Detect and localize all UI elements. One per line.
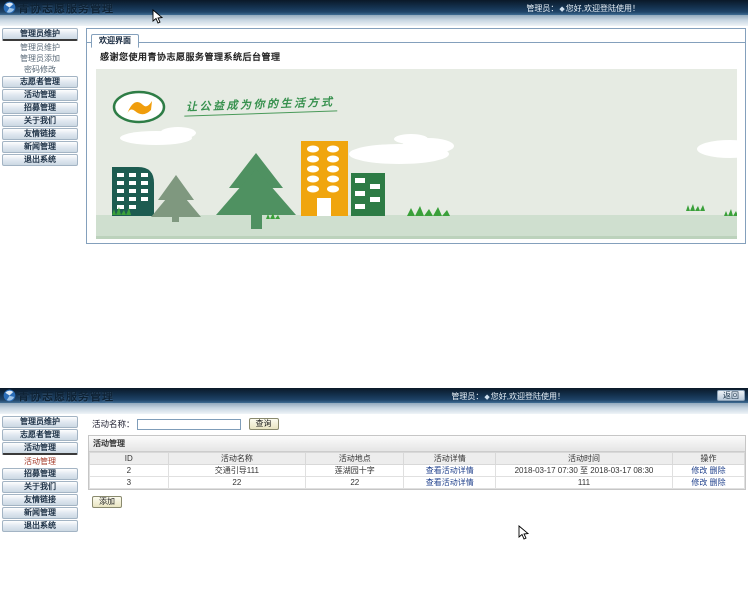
sidebar-item-volunteers[interactable]: 志愿者管理 bbox=[2, 76, 78, 88]
banner-scene bbox=[96, 69, 737, 239]
column-header-place: 活动地点 bbox=[306, 453, 404, 465]
view-detail-link[interactable]: 查看活动详情 bbox=[426, 478, 474, 487]
sidebar-item-activities[interactable]: 活动管理 bbox=[2, 442, 78, 455]
app-title: 青协志愿服务管理 bbox=[18, 0, 114, 16]
green-building-icon bbox=[351, 173, 385, 216]
sidebar-item-links[interactable]: 友情链接 bbox=[2, 494, 78, 506]
sidebar-item-about[interactable]: 关于我们 bbox=[2, 481, 78, 493]
sidebar-subgroup-admin: 管理员维护 管理员添加 密码修改 bbox=[2, 42, 78, 75]
search-label: 活动名称： bbox=[92, 418, 135, 430]
table-title: 活动管理 bbox=[89, 436, 745, 452]
activities-table-box: 活动管理 ID 活动名称 活动地点 活动详情 活动时间 操作 2 bbox=[88, 435, 746, 490]
view-detail-link[interactable]: 查看活动详情 bbox=[426, 466, 474, 475]
sidebar-item-admin[interactable]: 管理员维护 bbox=[2, 416, 78, 428]
search-bar: 活动名称： 查询 bbox=[92, 417, 746, 431]
diamond-icon: ◆ bbox=[484, 394, 489, 401]
sidebar-sub-password[interactable]: 密码修改 bbox=[2, 64, 78, 75]
tab-welcome[interactable]: 欢迎界面 bbox=[91, 34, 139, 48]
back-button[interactable]: 返回 bbox=[717, 390, 745, 401]
cell-time: 2018-03-17 07:30 至 2018-03-17 08:30 bbox=[496, 465, 673, 477]
sidebar-sub-admin-maintain[interactable]: 管理员维护 bbox=[2, 42, 78, 53]
sidebar-sub-admin-add[interactable]: 管理员添加 bbox=[2, 53, 78, 64]
delete-link[interactable]: 删除 bbox=[710, 466, 726, 475]
tab-bar: 欢迎界面 bbox=[87, 29, 745, 43]
edit-link[interactable]: 修改 bbox=[691, 466, 707, 475]
search-input[interactable] bbox=[137, 419, 241, 430]
sidebar: 管理员维护 志愿者管理 活动管理 活动管理 招募管理 关于我们 友情链接 新闻管… bbox=[2, 416, 78, 533]
sidebar-item-logout[interactable]: 退出系统 bbox=[2, 154, 78, 166]
screen-activities: 青协志愿服务管理 管理员：◆您好,欢迎登陆使用！ 返回 管理员维护 志愿者管理 … bbox=[0, 388, 748, 609]
ground bbox=[96, 215, 737, 239]
table-header-row: ID 活动名称 活动地点 活动详情 活动时间 操作 bbox=[90, 453, 745, 465]
sidebar-item-recruit[interactable]: 招募管理 bbox=[2, 468, 78, 480]
header-gradient-strip bbox=[0, 403, 748, 414]
cell-name: 22 bbox=[168, 477, 306, 489]
top-header: 青协志愿服务管理 管理员：◆您好,欢迎登陆使用！ bbox=[0, 0, 748, 15]
cell-time: 111 bbox=[496, 477, 673, 489]
teal-building-icon bbox=[112, 167, 154, 216]
sidebar-item-admin[interactable]: 管理员维护 bbox=[2, 28, 78, 41]
table-row: 3 22 22 查看活动详情 111 修改 删除 bbox=[90, 477, 745, 489]
column-header-time: 活动时间 bbox=[496, 453, 673, 465]
cursor-icon bbox=[152, 9, 164, 25]
column-header-actions: 操作 bbox=[672, 453, 744, 465]
welcome-panel: 欢迎界面 感谢您使用青协志愿服务管理系统后台管理 bbox=[86, 28, 746, 244]
add-button[interactable]: 添加 bbox=[92, 496, 122, 508]
admin-status: 管理员：◆您好,欢迎登陆使用！ bbox=[526, 3, 640, 14]
banner-illustration: 让公益成为你的生活方式 bbox=[96, 69, 737, 239]
cell-place: 22 bbox=[306, 477, 404, 489]
app-logo-icon bbox=[3, 389, 16, 402]
banner-logo-icon bbox=[114, 92, 164, 122]
cell-place: 莲湖园十字 bbox=[306, 465, 404, 477]
search-button[interactable]: 查询 bbox=[249, 418, 279, 430]
cursor-icon bbox=[518, 525, 530, 541]
header-gradient-strip bbox=[0, 15, 748, 26]
diamond-icon: ◆ bbox=[559, 6, 564, 13]
delete-link[interactable]: 删除 bbox=[710, 478, 726, 487]
column-header-name: 活动名称 bbox=[168, 453, 306, 465]
sidebar-item-recruit[interactable]: 招募管理 bbox=[2, 102, 78, 114]
welcome-text: 感谢您使用青协志愿服务管理系统后台管理 bbox=[100, 50, 745, 63]
sidebar-sub-activities[interactable]: 活动管理 bbox=[2, 456, 78, 467]
sidebar-item-news[interactable]: 新闻管理 bbox=[2, 141, 78, 153]
top-header: 青协志愿服务管理 管理员：◆您好,欢迎登陆使用！ 返回 bbox=[0, 388, 748, 403]
column-header-detail: 活动详情 bbox=[404, 453, 496, 465]
activities-table: ID 活动名称 活动地点 活动详情 活动时间 操作 2 交通引导111 莲湖园十… bbox=[89, 452, 745, 489]
sidebar-subgroup-activities: 活动管理 bbox=[2, 456, 78, 467]
admin-status: 管理员：◆您好,欢迎登陆使用！ bbox=[451, 391, 565, 402]
app-title: 青协志愿服务管理 bbox=[18, 388, 114, 404]
sidebar: 管理员维护 管理员维护 管理员添加 密码修改 志愿者管理 活动管理 招募管理 关… bbox=[2, 28, 78, 167]
table-row: 2 交通引导111 莲湖园十字 查看活动详情 2018-03-17 07:30 … bbox=[90, 465, 745, 477]
orange-building-icon bbox=[301, 141, 348, 216]
sidebar-item-volunteers[interactable]: 志愿者管理 bbox=[2, 429, 78, 441]
sidebar-item-activities[interactable]: 活动管理 bbox=[2, 89, 78, 101]
column-header-id: ID bbox=[90, 453, 169, 465]
sidebar-item-links[interactable]: 友情链接 bbox=[2, 128, 78, 140]
sidebar-item-logout[interactable]: 退出系统 bbox=[2, 520, 78, 532]
app-logo-icon bbox=[3, 1, 16, 14]
page: 青协志愿服务管理 管理员：◆您好,欢迎登陆使用！ 管理员维护 管理员维护 管理员… bbox=[0, 0, 748, 609]
activities-content: 活动名称： 查询 活动管理 ID 活动名称 活动地点 活动详情 活动时间 bbox=[88, 416, 746, 509]
screen-welcome: 青协志愿服务管理 管理员：◆您好,欢迎登陆使用！ 管理员维护 管理员维护 管理员… bbox=[0, 0, 748, 388]
cell-id: 3 bbox=[90, 477, 169, 489]
cell-id: 2 bbox=[90, 465, 169, 477]
sidebar-item-about[interactable]: 关于我们 bbox=[2, 115, 78, 127]
cell-name: 交通引导111 bbox=[168, 465, 306, 477]
edit-link[interactable]: 修改 bbox=[691, 478, 707, 487]
sidebar-item-news[interactable]: 新闻管理 bbox=[2, 507, 78, 519]
